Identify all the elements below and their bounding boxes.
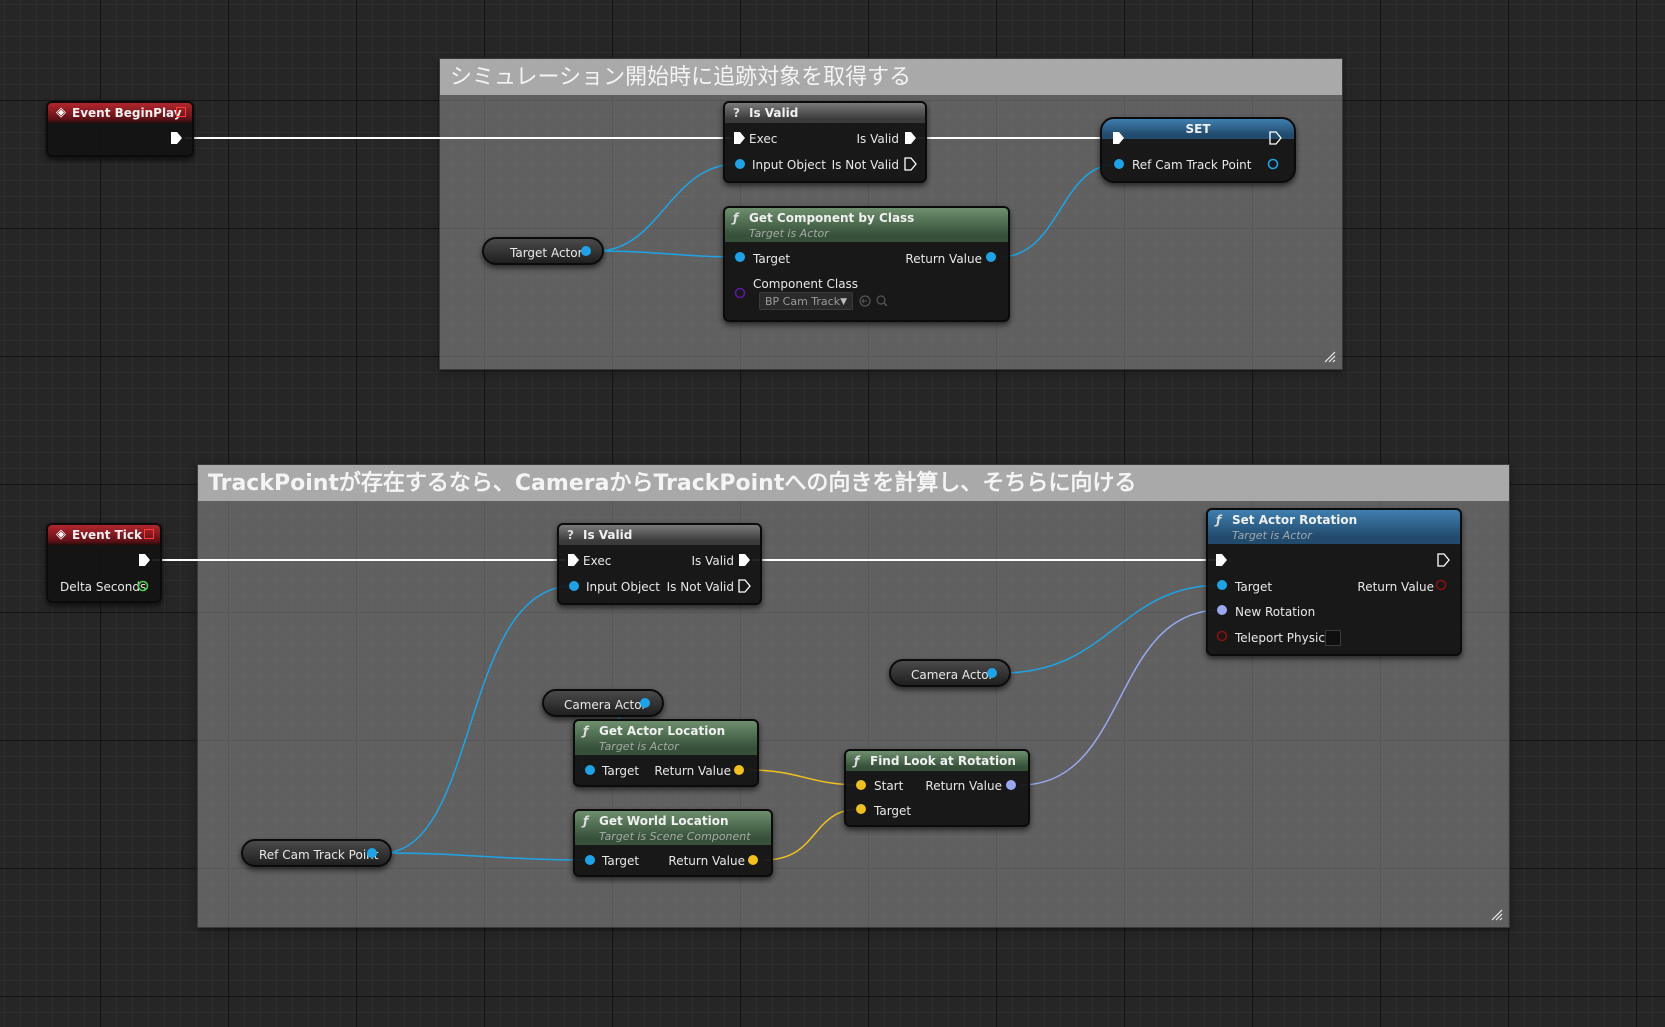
comment-title[interactable]: シミュレーション開始時に追跡対象を取得する [440, 59, 1342, 95]
return-value-pin-label: Return Value [668, 854, 745, 868]
variable-label: Camera Actor [911, 668, 994, 682]
is-not-valid-pin-label: Is Not Valid [831, 158, 899, 172]
node-header[interactable]: ◈ Event Tick [48, 525, 160, 545]
target-pin-label: Target [874, 804, 912, 818]
node-title: Event Tick [72, 528, 143, 542]
target-actor-variable[interactable]: Target Actor [482, 237, 604, 265]
node-subtitle: Target is Actor [599, 740, 679, 753]
node-title: Get Actor Location [599, 724, 726, 738]
return-value-pin-label: Return Value [1357, 580, 1434, 594]
component-class-dropdown[interactable]: BP Cam Track ▼ [759, 292, 853, 310]
node-title: Is Valid [749, 106, 799, 120]
node-title: Find Look at Rotation [870, 754, 1016, 768]
resize-grip-icon[interactable] [1324, 351, 1336, 363]
target-pin-label: Target [1235, 580, 1273, 594]
node-header[interactable]: ƒ Find Look at Rotation [846, 751, 1028, 771]
node-title: Is Valid [583, 528, 633, 542]
get-component-by-class-node[interactable]: ƒ Get Component by Class Target is Actor… [723, 206, 1010, 322]
set-variable-node[interactable]: SET Ref Cam Track Point [1100, 117, 1296, 183]
is-valid-pin-label: Is Valid [691, 554, 734, 568]
browse-icons [859, 295, 888, 307]
is-valid-pin-label: Is Valid [856, 132, 899, 146]
is-valid-node[interactable]: ? Is Valid Exec Input Object Is Valid Is… [557, 523, 762, 605]
is-not-valid-pin-label: Is Not Valid [666, 580, 734, 594]
input-object-pin-label: Input Object [752, 158, 826, 172]
return-value-pin-label: Return Value [925, 779, 1002, 793]
exec-pin-label: Exec [749, 132, 778, 146]
node-header[interactable]: ƒ Get Component by Class Target is Actor [725, 208, 1008, 242]
find-look-at-rotation-node[interactable]: ƒ Find Look at Rotation Start Target Ret… [844, 749, 1030, 827]
teleport-physics-pin-label: Teleport Physics [1235, 631, 1332, 645]
comment-title[interactable]: TrackPointが存在するなら、CameraからTrackPointへの向き… [198, 465, 1509, 501]
set-actor-rotation-node[interactable]: ƒ Set Actor Rotation Target is Actor Tar… [1206, 508, 1462, 656]
node-header[interactable]: ? Is Valid [725, 103, 925, 123]
new-rotation-pin-label: New Rotation [1235, 605, 1316, 619]
return-value-pin-label: Return Value [905, 252, 982, 266]
node-subtitle: Target is Scene Component [599, 830, 751, 843]
delegate-pin-icon[interactable] [176, 107, 186, 117]
chevron-down-icon: ▼ [840, 297, 847, 307]
resize-grip-icon[interactable] [1491, 909, 1503, 921]
dropdown-value: BP Cam Track [765, 295, 841, 308]
delegate-pin-icon[interactable] [144, 529, 154, 539]
node-header[interactable]: ƒ Get World Location Target is Scene Com… [575, 811, 771, 845]
function-f-icon: ƒ [854, 754, 860, 768]
get-actor-location-node[interactable]: ƒ Get Actor Location Target is Actor Tar… [573, 719, 759, 787]
node-header[interactable]: ƒ Set Actor Rotation Target is Actor [1208, 510, 1460, 544]
node-subtitle: Target is Actor [749, 227, 829, 240]
start-pin-label: Start [874, 779, 904, 793]
node-header[interactable]: ◈ Event BeginPlay [48, 103, 192, 123]
use-selected-icon[interactable] [859, 295, 871, 307]
event-diamond-icon: ◈ [56, 105, 66, 120]
input-object-pin-label: Input Object [586, 580, 660, 594]
variable-label: Ref Cam Track Point [259, 848, 379, 862]
exec-pin-label: Exec [583, 554, 612, 568]
search-icon[interactable] [876, 295, 888, 307]
function-f-icon: ƒ [733, 211, 739, 225]
event-beginplay-node[interactable]: ◈ Event BeginPlay [46, 101, 194, 157]
ref-cam-track-point-variable[interactable]: Ref Cam Track Point [241, 839, 392, 867]
node-header[interactable]: SET [1102, 119, 1294, 139]
variable-label: Camera Actor [564, 698, 647, 712]
node-subtitle: Target is Actor [1232, 529, 1312, 542]
node-header[interactable]: ƒ Get Actor Location Target is Actor [575, 721, 757, 755]
node-title: Set Actor Rotation [1232, 513, 1358, 527]
teleport-physics-checkbox[interactable] [1325, 630, 1341, 646]
event-diamond-icon: ◈ [56, 527, 66, 542]
function-f-icon: ƒ [1216, 513, 1222, 527]
target-pin-label: Target [602, 854, 640, 868]
node-header[interactable]: ? Is Valid [559, 525, 760, 545]
node-title: Get World Location [599, 814, 729, 828]
get-world-location-node[interactable]: ƒ Get World Location Target is Scene Com… [573, 809, 773, 877]
component-class-pin-label: Component Class [753, 277, 859, 291]
function-f-icon: ƒ [583, 724, 589, 738]
return-value-pin-label: Return Value [654, 764, 731, 778]
question-icon: ? [733, 106, 740, 120]
node-title: Get Component by Class [749, 211, 915, 225]
event-tick-node[interactable]: ◈ Event Tick Delta Seconds [46, 523, 162, 603]
node-title: SET [1185, 122, 1211, 136]
target-pin-label: Target [753, 252, 791, 266]
target-pin-label: Target [602, 764, 640, 778]
function-f-icon: ƒ [583, 814, 589, 828]
is-valid-node[interactable]: ? Is Valid Exec Input Object Is Valid Is… [723, 101, 927, 183]
question-icon: ? [567, 528, 574, 542]
variable-label: Target Actor [510, 246, 583, 260]
delta-seconds-pin-label: Delta Seconds [60, 580, 147, 594]
node-title: Event BeginPlay [72, 106, 182, 120]
camera-actor-variable[interactable]: Camera Actor [542, 689, 664, 717]
camera-actor-variable[interactable]: Camera Actor [889, 659, 1011, 687]
ref-cam-track-point-pin-label: Ref Cam Track Point [1132, 158, 1252, 172]
